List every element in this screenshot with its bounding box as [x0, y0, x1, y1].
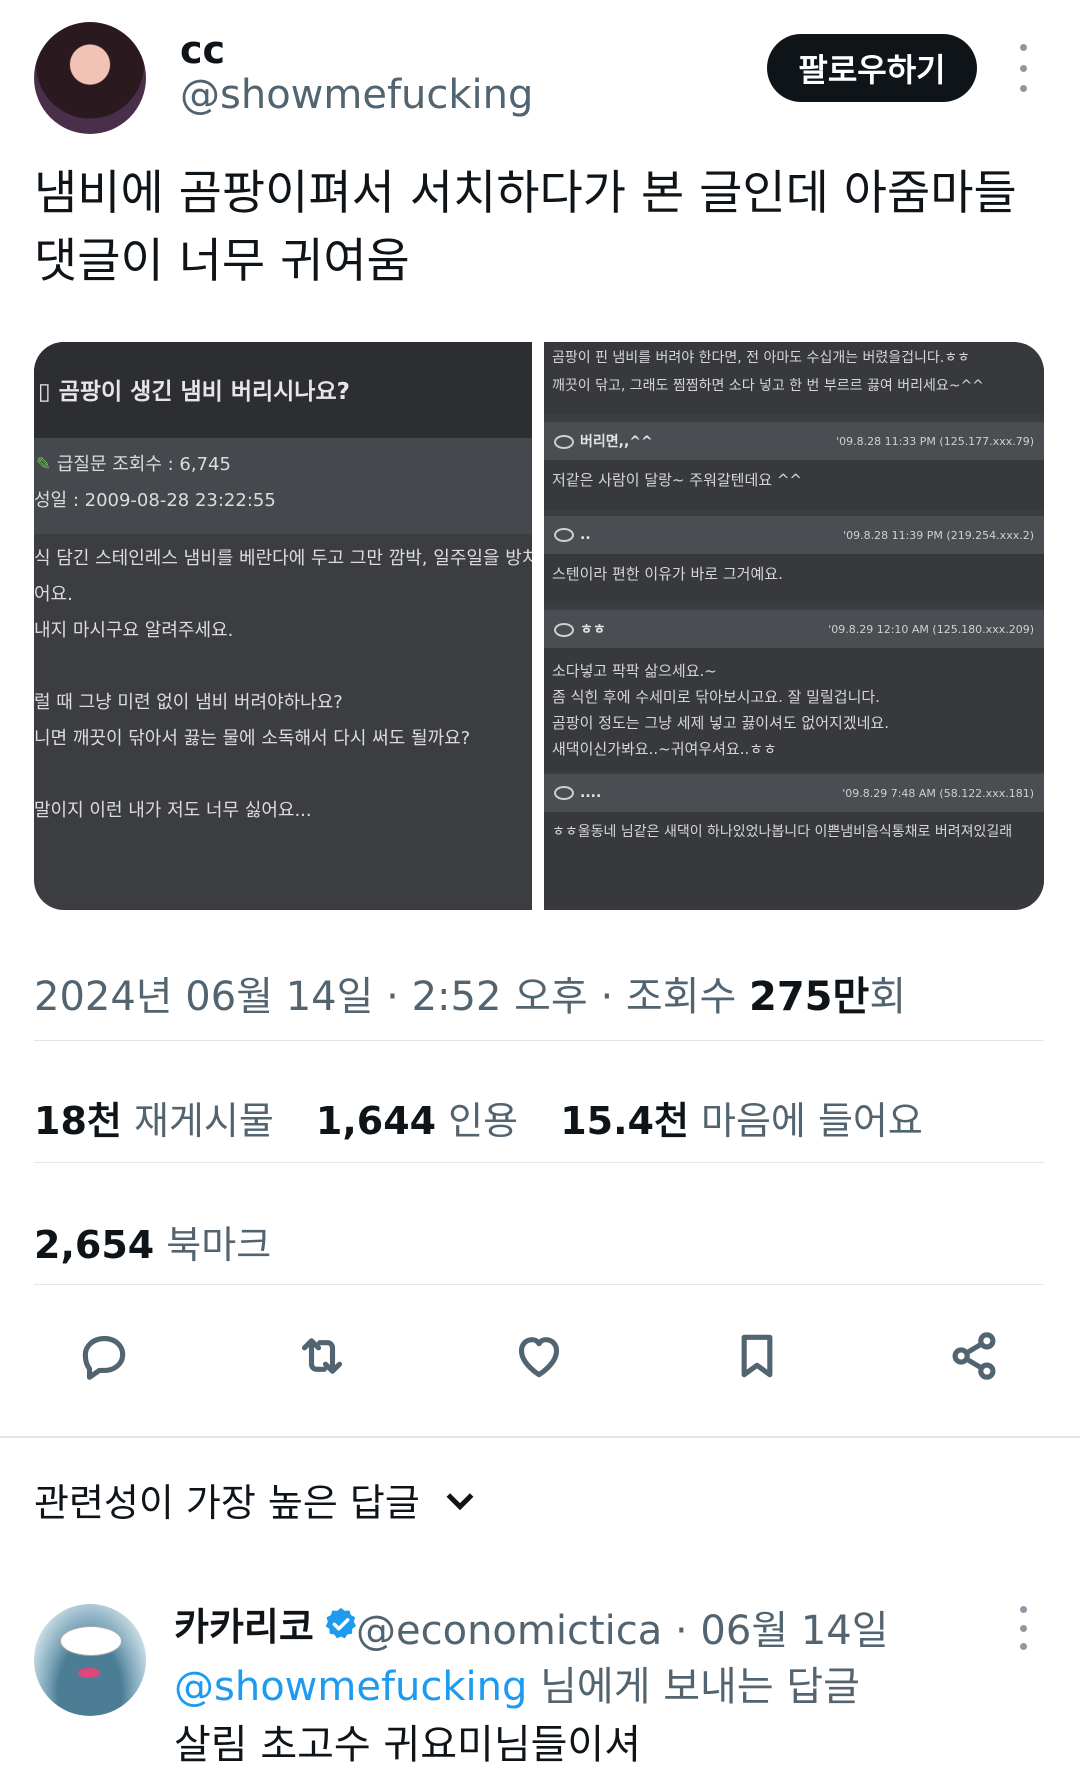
tweet-date: 2024년 06월 14일: [34, 974, 374, 1020]
post-body-line: 어요.: [34, 584, 73, 605]
retweet-icon[interactable]: [292, 1326, 352, 1386]
verified-badge-icon: [325, 1607, 356, 1638]
tweet-time[interactable]: 2:52 오후: [412, 974, 588, 1020]
share-icon[interactable]: [944, 1326, 1004, 1386]
post-meta-line: 성일 : 2009-08-28 23:22:55: [34, 490, 276, 511]
comment-item: 버리면,,^^ '09.8.28 11:33 PM (125.177.xxx.79…: [544, 422, 1044, 510]
reply-to-mention[interactable]: @showmefucking: [174, 1664, 527, 1710]
post-meta-line: ✎ 급질문 조회수 : 6,745: [36, 454, 231, 475]
post-meta: ✎ 급질문 조회수 : 6,745 성일 : 2009-08-28 23:22:…: [34, 438, 532, 534]
comment-bubble-icon: [554, 435, 574, 449]
media-image-left[interactable]: ▯ 곰팡이 생긴 냄비 버리시나요? ✎ 급질문 조회수 : 6,745 성일 …: [34, 342, 532, 910]
reply-sort-dropdown[interactable]: 관련성이 가장 높은 답글: [34, 1472, 480, 1527]
heart-icon[interactable]: [509, 1326, 569, 1386]
comment-item: ㅎㅎ '09.8.29 12:10 AM (125.180.xxx.209) 소다…: [544, 610, 1044, 772]
post-title: ▯ 곰팡이 생긴 냄비 버리시나요?: [34, 342, 532, 438]
author-avatar[interactable]: [34, 22, 146, 134]
bookmarks-stat[interactable]: 2,654 북마크: [34, 1214, 271, 1269]
post-body-line: 니면 깨끗이 닦아서 끓는 물에 소독해서 다시 써도 될까요?: [34, 728, 471, 749]
post-body-line: 내지 마시구요 알려주세요.: [34, 620, 234, 641]
views-label: 조회수: [625, 974, 737, 1020]
more-options-icon[interactable]: [1008, 44, 1038, 92]
comment-bubble-icon: [554, 528, 574, 542]
views-value: 275만: [749, 974, 870, 1020]
retweets-stat[interactable]: 18천 재게시물: [34, 1090, 274, 1145]
section-divider: [0, 1436, 1080, 1438]
author-display-name[interactable]: cc: [180, 28, 225, 72]
chevron-down-icon: [446, 1492, 474, 1510]
divider: [34, 1162, 1044, 1163]
reply-author-handle-date[interactable]: @economictica · 06월 14일: [356, 1598, 889, 1656]
post-body-line: 식 담긴 스테인레스 냄비를 베란다에 두고 그만 깜박, 일주일을 방치: [34, 548, 532, 569]
divider: [34, 1040, 1044, 1041]
reply-author-avatar[interactable]: [34, 1604, 146, 1716]
media-image-right[interactable]: 곰팡이 핀 냄비를 버려야 한다면, 전 아마도 수십개는 버렸을겁니다.ㅎㅎ …: [544, 342, 1044, 910]
author-handle[interactable]: @showmefucking: [180, 72, 533, 118]
reply-icon[interactable]: [74, 1326, 134, 1386]
likes-stat[interactable]: 15.4천 마음에 들어요: [560, 1090, 923, 1145]
quotes-stat[interactable]: 1,644 인용: [316, 1090, 518, 1145]
tweet-text: 냄비에 곰팡이펴서 서치하다가 본 글인데 아줌마들 댓글이 너무 귀여움: [34, 166, 1017, 289]
post-body-line: 럴 때 그냥 미련 없이 냄비 버려야하나요?: [34, 692, 343, 713]
reply-text: 살림 초고수 귀요미님들이셔: [174, 1722, 642, 1768]
comment-bubble-icon: [554, 786, 574, 800]
tweet-meta: 2024년 06월 14일 · 2:52 오후 · 조회수 275만회: [34, 974, 907, 1020]
post-body-line: 말이지 이런 내가 저도 너무 싫어요...: [34, 800, 312, 821]
reply-author-name[interactable]: 카카리코: [174, 1596, 360, 1651]
engagement-stats: 18천 재게시물 1,644 인용 15.4천 마음에 들어요: [34, 1090, 953, 1145]
comment-item: .. '09.8.28 11:39 PM (219.254.xxx.2) 스텐이라…: [544, 516, 1044, 604]
reply-to-line: @showmefucking 님에게 보내는 답글: [174, 1664, 860, 1710]
comment-item: .... '09.8.29 7:48 AM (58.122.xxx.181) ㅎㅎ…: [544, 774, 1044, 910]
comment-bubble-icon: [554, 623, 574, 637]
divider: [34, 1284, 1044, 1285]
action-bar: [34, 1326, 1044, 1406]
follow-button[interactable]: 팔로우하기: [767, 34, 977, 102]
comment-intro: 곰팡이 핀 냄비를 버려야 한다면, 전 아마도 수십개는 버렸을겁니다.ㅎㅎ …: [544, 342, 1044, 414]
reply-sort-label: 관련성이 가장 높은 답글: [34, 1481, 420, 1525]
reply-more-options-icon[interactable]: [1008, 1606, 1038, 1650]
bookmark-icon[interactable]: [727, 1326, 787, 1386]
